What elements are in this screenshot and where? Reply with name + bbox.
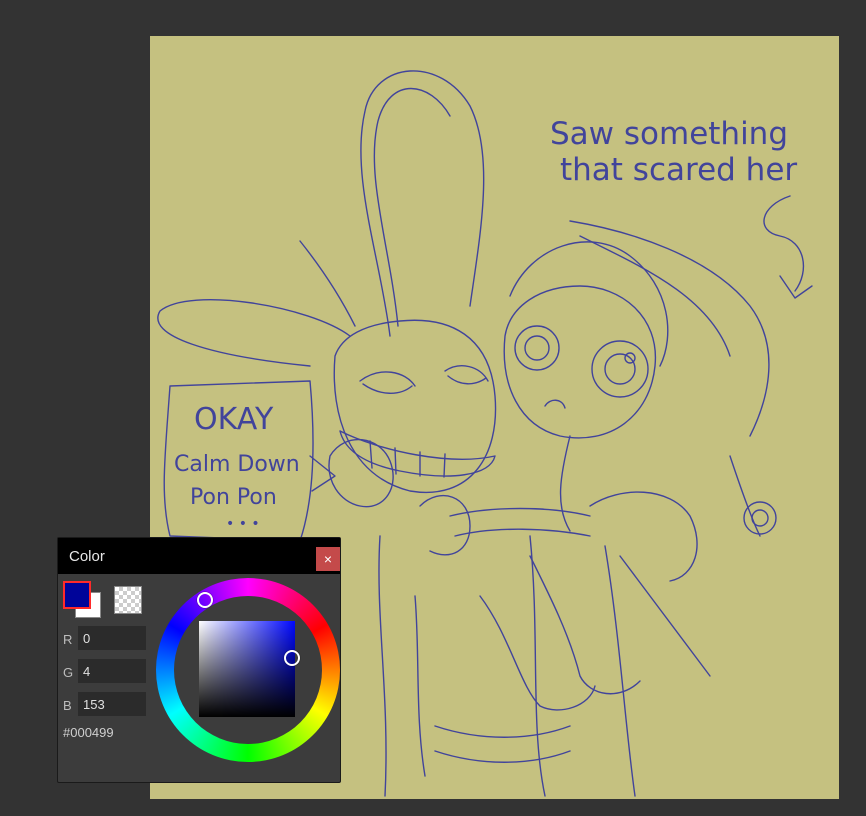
green-input[interactable] [78,659,146,683]
hex-value: #000499 [63,725,114,740]
color-wheel[interactable] [156,578,340,762]
bubble-line2: Calm Down [174,452,300,477]
close-button[interactable]: × [316,547,340,571]
close-icon: × [323,551,333,567]
bubble-line1: OKAY [194,402,274,437]
primary-color-swatch[interactable] [63,581,91,609]
color-panel: Color × R G B #000499 [57,537,341,783]
blue-input[interactable] [78,692,146,716]
hue-marker[interactable] [197,592,213,608]
saturation-value-square[interactable] [199,621,295,717]
red-label: R [63,632,73,647]
green-label: G [63,665,74,680]
caption-line2: that scared her [560,152,797,188]
blue-label: B [63,698,72,713]
bubble-dots: • • • [226,516,260,532]
color-panel-header[interactable]: Color × [58,538,340,574]
red-input[interactable] [78,626,146,650]
color-panel-title: Color [69,548,105,565]
caption-line1: Saw something [550,116,788,152]
bubble-line3: Pon Pon [190,485,277,510]
sv-marker[interactable] [284,650,300,666]
transparent-swatch[interactable] [114,586,142,614]
